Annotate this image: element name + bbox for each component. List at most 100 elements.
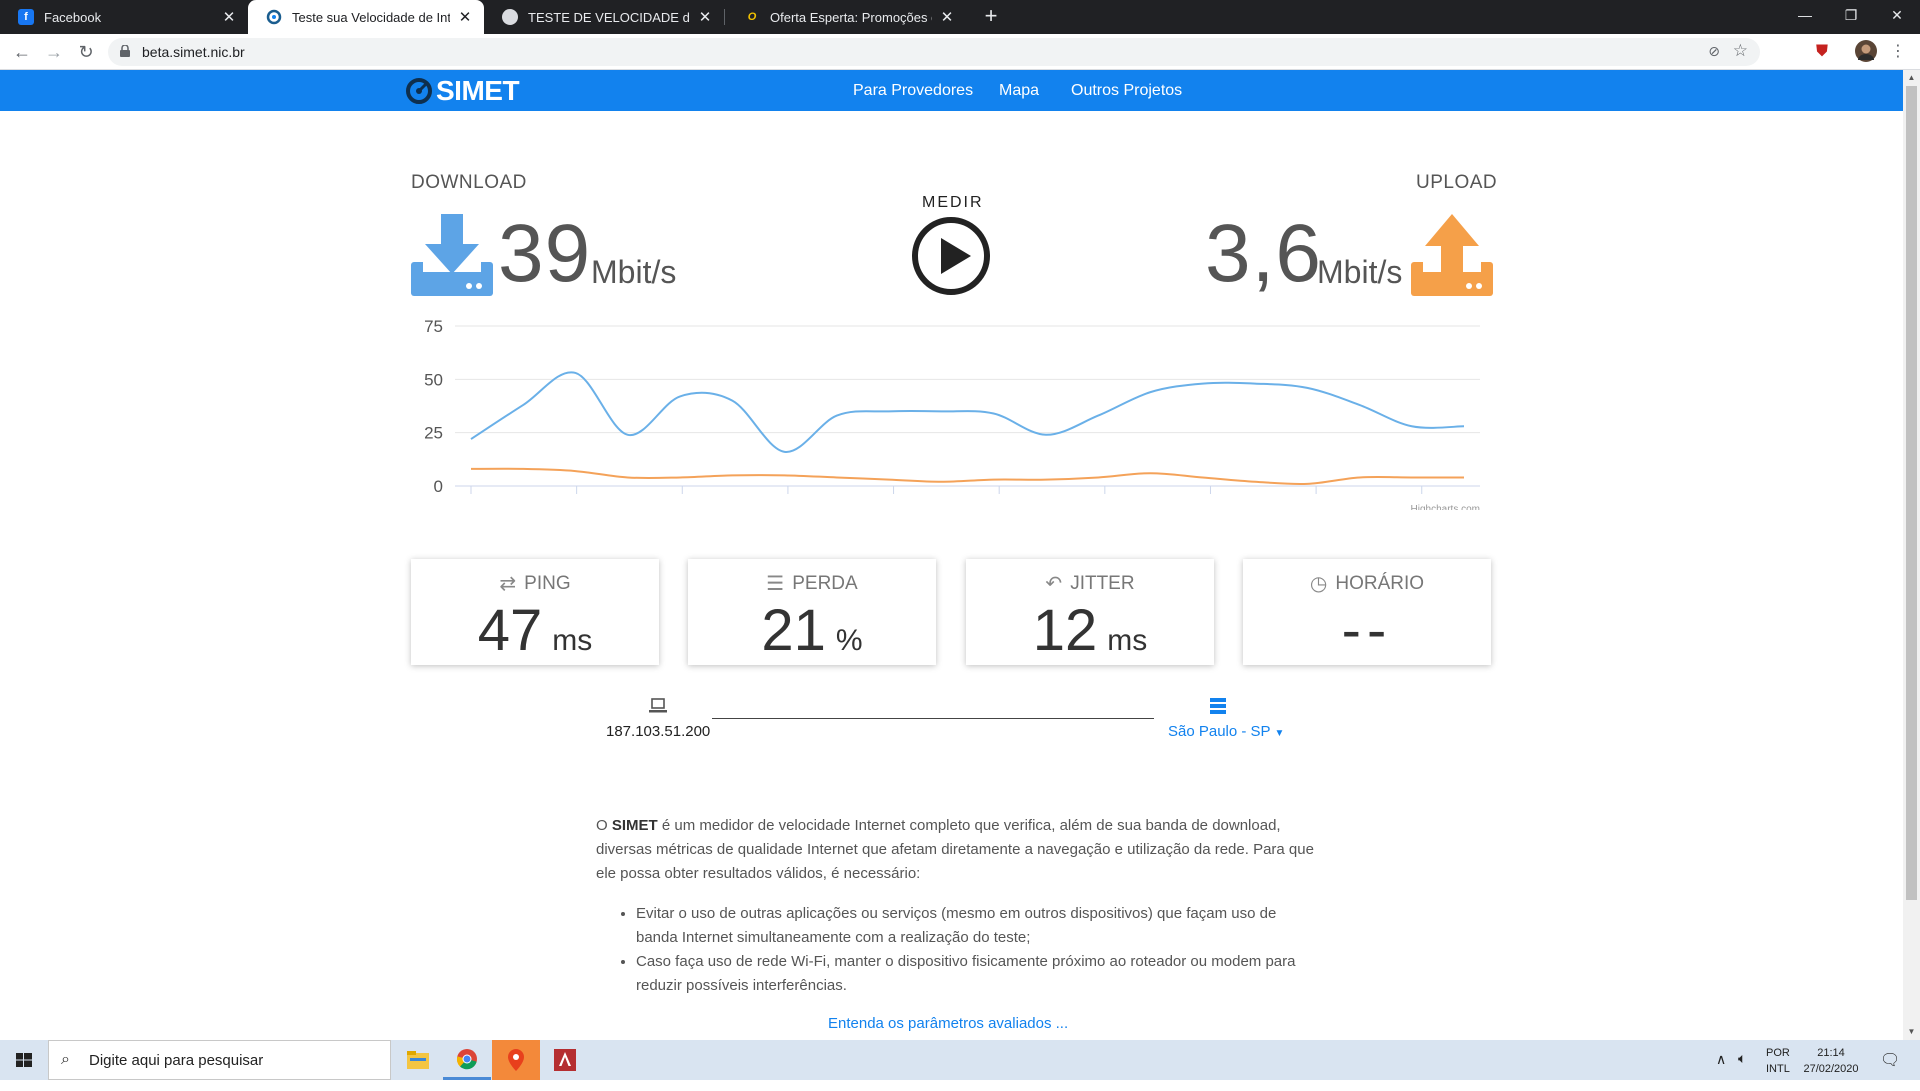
upload-label: UPLOAD (1416, 172, 1498, 193)
upload-value: 3,6 (1205, 208, 1322, 299)
clock-time: 21:14 (1817, 1047, 1845, 1059)
minimize-icon[interactable]: — (1782, 0, 1828, 30)
laptop-icon (649, 698, 667, 713)
perda-card: ☰ PERDA 21% (688, 559, 936, 665)
globe-icon (502, 9, 518, 25)
intro-text: é um medidor de velocidade Internet comp… (596, 817, 1314, 882)
clock-icon: ◷ (1309, 573, 1328, 595)
ping-value: 47 (477, 598, 543, 663)
back-icon[interactable]: ← (10, 40, 34, 64)
scroll-up-icon[interactable]: ▲ (1903, 70, 1920, 86)
download-value: 39 (498, 208, 592, 299)
perda-value: 21 (761, 598, 826, 663)
list-item: Caso faça uso de rede Wi-Fi, manter o di… (636, 950, 1316, 998)
lang-top: POR (1766, 1047, 1790, 1059)
play-measure-button[interactable] (911, 216, 991, 296)
scroll-thumb[interactable] (1906, 86, 1917, 900)
chart-credit[interactable]: Highcharts.com (1411, 504, 1480, 510)
simet-logo[interactable]: SIMET (404, 74, 520, 107)
list-item: Evitar o uso de outras aplicações ou ser… (636, 902, 1316, 950)
browser-toolbar: ← → ↻ beta.simet.nic.br ⊘ ☆ ⛊ ⋮ (0, 34, 1920, 70)
params-link[interactable]: Entenda os parâmetros avaliados ... (828, 1015, 1068, 1032)
ping-unit: ms (552, 624, 593, 657)
facebook-icon: f (18, 9, 34, 25)
tab-oferta-esperta[interactable]: O Oferta Esperta: Promoções de Ve ✕ (726, 0, 966, 34)
close-tab-icon[interactable]: ✕ (456, 8, 474, 26)
ping-label: PING (524, 572, 571, 594)
nav-mapa[interactable]: Mapa (999, 82, 1039, 100)
simet-logo-icon (406, 77, 432, 104)
extension-icon[interactable]: ⛊ (1810, 40, 1834, 64)
chrome-icon[interactable] (443, 1040, 491, 1080)
tab-title: TESTE DE VELOCIDADE da Internet (528, 9, 690, 25)
address-bar[interactable]: beta.simet.nic.br ⊘ ☆ (108, 38, 1760, 66)
page-scrollbar[interactable]: ▲ ▼ (1903, 70, 1920, 1040)
windows-start-icon[interactable] (0, 1040, 48, 1080)
profile-avatar[interactable] (1854, 40, 1878, 64)
y-tick-label: 50 (424, 370, 443, 389)
tray-chevron-icon[interactable]: ∧ (1716, 1051, 1726, 1091)
bookmark-star-icon[interactable]: ☆ (1733, 41, 1748, 61)
download-unit: Mbit/s (591, 254, 677, 290)
reload-icon[interactable]: ↻ (74, 40, 98, 64)
list-check-icon: ☰ (766, 573, 785, 595)
jitter-unit: ms (1107, 624, 1148, 657)
horario-label: HORÁRIO (1335, 572, 1425, 594)
close-tab-icon[interactable]: ✕ (938, 8, 956, 26)
taskbar-search[interactable]: ⌕ Digite aqui para pesquisar (48, 1040, 391, 1080)
file-explorer-icon[interactable] (394, 1040, 442, 1080)
jitter-label: JITTER (1070, 572, 1135, 594)
intro-brand: SIMET (611, 817, 658, 834)
scroll-down-icon[interactable]: ▼ (1903, 1024, 1920, 1040)
windows-taskbar: ⌕ Digite aqui para pesquisar ∧ 🔈︎ POR IN… (0, 1040, 1920, 1080)
nav-outros-projetos[interactable]: Outros Projetos (1071, 82, 1182, 100)
oferta-esperta-icon: O (747, 11, 757, 23)
tab-separator (724, 9, 725, 25)
requirements-list: Evitar o uso de outras aplicações ou ser… (596, 902, 1316, 998)
horario-value: -- (1341, 598, 1393, 663)
new-tab-button[interactable]: + (978, 4, 1004, 30)
menu-kebab-icon[interactable]: ⋮ (1886, 40, 1910, 64)
site-header: SIMET Para Provedores Mapa Outros Projet… (0, 70, 1903, 111)
server-select[interactable]: São Paulo - SP ▼ (1168, 723, 1284, 740)
description: O SIMET é um medidor de velocidade Inter… (596, 814, 1316, 998)
forward-icon[interactable]: → (42, 40, 66, 64)
restore-icon[interactable]: ❐ (1828, 0, 1874, 30)
tracking-icon[interactable]: ⊘ (1708, 43, 1720, 60)
horario-card: ◷ HORÁRIO -- (1243, 559, 1491, 665)
download-label: DOWNLOAD (411, 172, 527, 193)
caret-down-icon: ▼ (1274, 728, 1285, 739)
y-tick-label: 25 (424, 424, 443, 443)
client-ip: 187.103.51.200 (606, 723, 711, 740)
connection-line (712, 718, 1154, 719)
maps-app-icon[interactable] (492, 1040, 540, 1080)
server-icon (1210, 698, 1226, 714)
close-tab-icon[interactable]: ✕ (220, 8, 238, 26)
nav-para-provedores[interactable]: Para Provedores (853, 82, 973, 100)
perda-unit: % (835, 624, 863, 657)
close-window-icon[interactable]: ✕ (1874, 0, 1920, 30)
clock[interactable]: 21:14 27/02/2020 (1800, 1045, 1862, 1085)
perda-label: PERDA (792, 572, 858, 594)
close-tab-icon[interactable]: ✕ (696, 8, 714, 26)
tab-title: Facebook (44, 9, 102, 25)
tab-simet[interactable]: Teste sua Velocidade de Internet ✕ (248, 0, 484, 34)
search-placeholder: Digite aqui para pesquisar (89, 1052, 264, 1069)
description-intro: O SIMET é um medidor de velocidade Inter… (596, 814, 1316, 886)
language-indicator[interactable]: POR INTL (1766, 1045, 1790, 1085)
retweet-icon: ⇄ (499, 573, 517, 595)
tab-teste-velocidade[interactable]: TESTE DE VELOCIDADE da Internet ✕ (484, 0, 724, 34)
browser-tab-strip: f Facebook ✕ Teste sua Velocidade de Int… (0, 0, 1920, 34)
search-icon: ⌕ (61, 1051, 70, 1068)
tab-facebook[interactable]: f Facebook ✕ (0, 0, 248, 34)
angular-app-icon[interactable] (541, 1040, 589, 1080)
tab-title: Teste sua Velocidade de Internet (292, 9, 450, 25)
download-series-line (470, 371, 1465, 453)
download-icon (411, 214, 493, 296)
intro-prefix: O (596, 817, 608, 834)
y-tick-label: 0 (434, 477, 443, 496)
volume-icon[interactable]: 🔈︎ (1738, 1050, 1746, 1090)
notifications-icon[interactable]: 🗨︎ (1880, 1050, 1900, 1090)
medir-label: MEDIR (922, 194, 984, 211)
ping-card: ⇄ PING 47 ms (411, 559, 659, 665)
